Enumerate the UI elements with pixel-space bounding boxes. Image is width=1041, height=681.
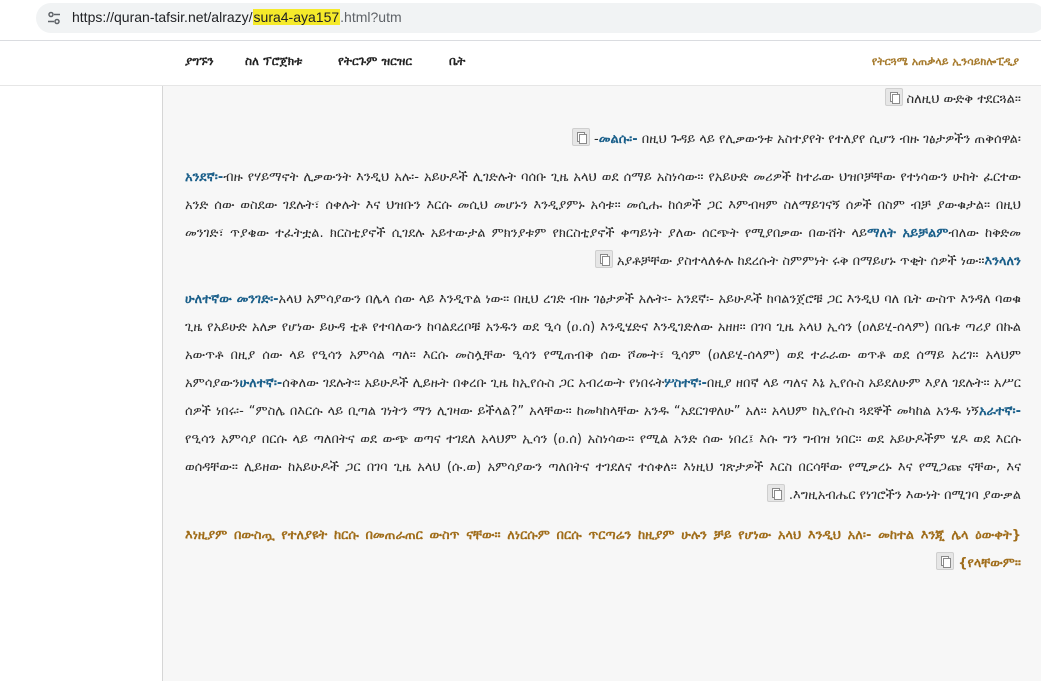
highlighted-term: መልሱ፡- <box>598 132 638 147</box>
paragraph-text: ሰቅለው ገደሉት። አይሁዶች ሊይዙት በቀረቡ ጊዜ ከኢየሱስ ጋር አ… <box>282 376 665 391</box>
nav-home[interactable]: ቤት <box>449 54 465 69</box>
browser-toolbar: https://quran-tafsir.net/alrazy/sura4-ay… <box>0 0 1041 41</box>
copy-icon[interactable] <box>936 552 955 570</box>
paragraph-text: {እነዚያም በውስጧ የተለያዩት ከርሱ በመጠራጠር ውስጥ ናቸው። ለ… <box>185 528 1021 571</box>
copy-icon[interactable] <box>572 128 591 146</box>
highlighted-term: ሁለተኛ፡- <box>239 376 283 391</box>
paragraph-text: የዒሳን አምሳያ በርሱ ላይ ጣለበትና ወደ ውጭ ወጣና ተገደለ አላ… <box>185 432 1021 503</box>
nav-about-project[interactable]: ስለ ፕሮጀክቱ <box>245 54 302 69</box>
highlighted-term: አራተኛ፡- <box>978 404 1021 419</box>
nav-translation-list[interactable]: የትርጉም ዝርዝር <box>338 54 412 69</box>
url-suffix: .html?utm <box>340 9 402 25</box>
tafsir-paragraph: ስለዚህ ውድቅ ተደርጓል። <box>163 86 1041 114</box>
paragraph-list: ስለዚህ ውድቅ ተደርጓል። መልሱ፡- በዚህ ጉዳይ ላይ የሊቃውንቱ አ… <box>163 86 1041 578</box>
url-prefix: https://quran-tafsir.net/alrazy/ <box>72 9 253 25</box>
quran-verse-quote: {እነዚያም በውስጧ የተለያዩት ከርሱ በመጠራጠር ውስጥ ናቸው። ለ… <box>163 522 1041 578</box>
highlighted-term: ማለት አይቻልም <box>867 226 949 241</box>
tafsir-content: ስለዚህ ውድቅ ተደርጓል። መልሱ፡- በዚህ ጉዳይ ላይ የሊቃውንቱ አ… <box>163 86 1041 681</box>
address-bar[interactable]: https://quran-tafsir.net/alrazy/sura4-ay… <box>36 3 1041 33</box>
tafsir-paragraph: አንደኛ፡-ብዙ የሃይማኖት ሊቃውንት እንዲህ አሉ፡- አይሁዶች ሊገ… <box>163 164 1041 276</box>
paragraph-text: ስለዚህ ውድቅ ተደርጓል። <box>906 92 1021 107</box>
nav-contact[interactable]: ያግኙን <box>185 54 214 69</box>
site-brand[interactable]: የትርጓሜ አጠቃላይ ኢንሳይክሎፒዲያ <box>872 55 1019 69</box>
copy-icon[interactable] <box>884 88 903 106</box>
site-navigation: ቤት የትርጉም ዝርዝር ስለ ፕሮጀክቱ ያግኙን የትርጓሜ አጠቃላይ … <box>0 41 1041 86</box>
copy-icon[interactable] <box>766 484 785 502</box>
left-gutter <box>0 86 163 681</box>
url-text[interactable]: https://quran-tafsir.net/alrazy/sura4-ay… <box>72 9 402 25</box>
highlighted-term: ሦስተኛ፡- <box>664 376 707 391</box>
tafsir-paragraph: ሁለተኛው መንገድ፡-አላህ አምሳያውን በሌላ ሰው ላይ እንዲጥል ነ… <box>163 286 1041 510</box>
url-highlight: sura4-aya157 <box>252 9 341 25</box>
copy-icon[interactable] <box>594 250 613 268</box>
highlighted-term: ሁለተኛው መንገድ፡- <box>185 292 279 307</box>
site-info-icon[interactable] <box>45 9 63 27</box>
tafsir-paragraph: መልሱ፡- በዚህ ጉዳይ ላይ የሊቃውንቱ አስተያየት የተለያየ ሲሆን… <box>163 126 1041 154</box>
highlighted-term: እንላለን <box>984 254 1021 269</box>
highlighted-term: አንደኛ፡- <box>185 170 224 185</box>
paragraph-text: በዚህ ጉዳይ ላይ የሊቃውንቱ አስተያየት የተለያየ ሲሆን ብዙ ገፅ… <box>594 132 1021 147</box>
